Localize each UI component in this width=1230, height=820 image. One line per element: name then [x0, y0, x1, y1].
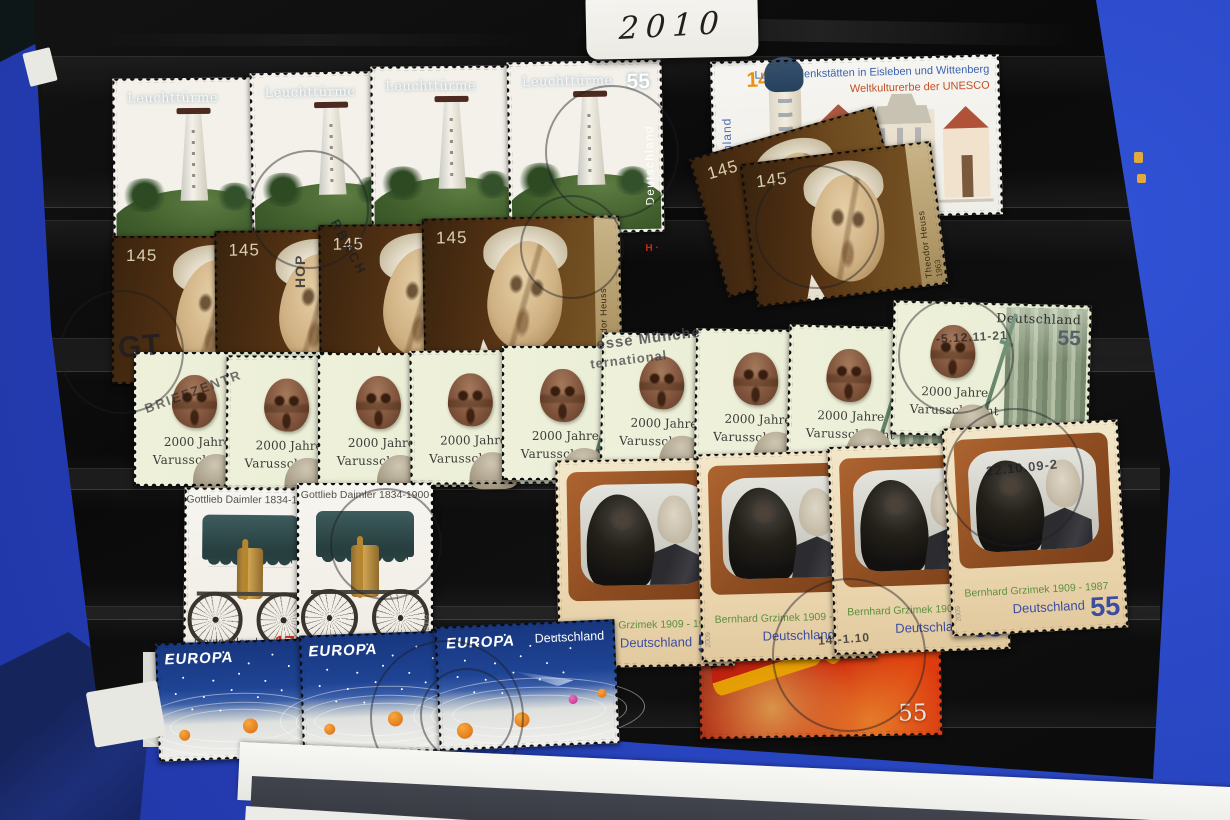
bronze-mask [732, 352, 778, 406]
stamp-country: Deutschland [762, 627, 835, 644]
stamp-leuchtturme: Leuchttürme 55 Deutschland H · [507, 60, 665, 235]
stamp-heuss: 145 Theodor Heuss 1963 [422, 215, 623, 366]
stamp-denomination: 55 [898, 700, 928, 727]
tower-windows [450, 118, 454, 177]
bronze-mask [540, 369, 586, 423]
stamp-europa: EUROPA [155, 638, 311, 761]
bronze-mask [447, 373, 493, 427]
tower-windows [192, 130, 196, 189]
gold-glint [1134, 152, 1143, 163]
stamp-title: EUROPA [445, 632, 516, 652]
stamp-title-line1: 2000 Jahre [807, 408, 894, 424]
stamp-denomination: 145 [126, 246, 157, 266]
stamp-title: Bernhard Grzimek 1909 - 1987 [964, 580, 1109, 600]
stamp-denomination: 55 [626, 69, 650, 93]
tv-screen [580, 483, 709, 586]
stamp-leuchtturme: Leuchttürme [370, 65, 523, 236]
stamp-title: EUROPA [164, 649, 235, 668]
stamp-title: Leuchttürme [385, 79, 476, 95]
lighthouse-art: Leuchttürme [373, 68, 520, 233]
stamp-denomination: 145 [755, 169, 789, 193]
stamp-title: Leuchttürme [264, 84, 355, 101]
stamp-title: Leuchttürme [127, 91, 218, 107]
bronze-mask [264, 378, 310, 432]
gorilla [585, 494, 655, 586]
stamp-title-line2: Weltkulturerbe der UNESCO [850, 79, 990, 95]
stamp-title: EUROPA [308, 641, 379, 660]
stamp-title-line1: 2000 Jahre [522, 429, 609, 443]
stockbook-photo: Leuchttürme Leuchttürme Leuchttürme [0, 0, 1230, 820]
grzimek-portrait [1035, 455, 1093, 550]
year-imprint: 2009 [955, 606, 963, 622]
year-imprint: 2009 [424, 615, 431, 631]
bronze-mask [929, 324, 976, 379]
building [943, 127, 991, 199]
stamp-country: Deutschland [620, 635, 693, 651]
tv-frame [953, 433, 1114, 570]
stamp-title-line1: 2000 Jahre [911, 384, 998, 400]
planet [457, 722, 474, 739]
planet [324, 723, 335, 734]
year-imprint: 2009 [705, 632, 712, 648]
stamp-leuchtturme: Leuchttürme [112, 77, 265, 248]
stamp-country: Deutschland [643, 106, 657, 206]
stamp-denomination: 55 [1089, 590, 1121, 623]
stamp-denomination: 145 [436, 228, 468, 249]
bronze-mask [825, 348, 872, 403]
bronze-mask [172, 375, 218, 429]
plate-mark: H · [645, 243, 659, 254]
gold-glint [1137, 174, 1146, 183]
gorilla [727, 487, 798, 579]
year-label-text: 2010 [618, 5, 727, 47]
stamp-europa: EUROPA Deutschland [434, 619, 619, 751]
stamp-grzimek: Bernhard Grzimek 1909 - 1987 Deutschland… [942, 420, 1129, 637]
lighthouse-art: Leuchttürme [115, 80, 262, 245]
stamp-heuss: 145 Theodor Heuss 1963 [740, 141, 948, 307]
grzimek-portrait [648, 491, 703, 584]
stamp-daimler: Gottlieb Daimler 1834-1900 Deutschland 1… [297, 483, 433, 655]
year-label: 2010 [585, 0, 758, 60]
stamp-denomination: 145 [228, 240, 260, 260]
bronze-mask [638, 356, 684, 410]
stamp-country: Deutschland [534, 628, 604, 645]
stamp-denomination: 145 [332, 234, 364, 254]
gloss-reflection [80, 34, 540, 46]
stamp-denomination: 55 [1057, 327, 1081, 352]
stamp-country: Deutschland [996, 310, 1081, 327]
tv-screen [967, 446, 1099, 553]
stamp-title: Gottlieb Daimler 1834-1900 [297, 489, 433, 501]
gorilla [858, 479, 930, 572]
stamp-denomination: 145 [705, 156, 741, 184]
stamp-title: Leuchttürme [522, 73, 613, 90]
stamp-varusschlacht: Deutschland 55 2000 Jahre Varusschlacht [890, 300, 1091, 439]
stamp-country: Deutschland [1012, 598, 1085, 617]
bronze-mask [356, 376, 402, 430]
stamp-europa: EUROPA [299, 630, 457, 755]
lighthouse-art: Leuchttürme 55 Deutschland [510, 63, 662, 232]
